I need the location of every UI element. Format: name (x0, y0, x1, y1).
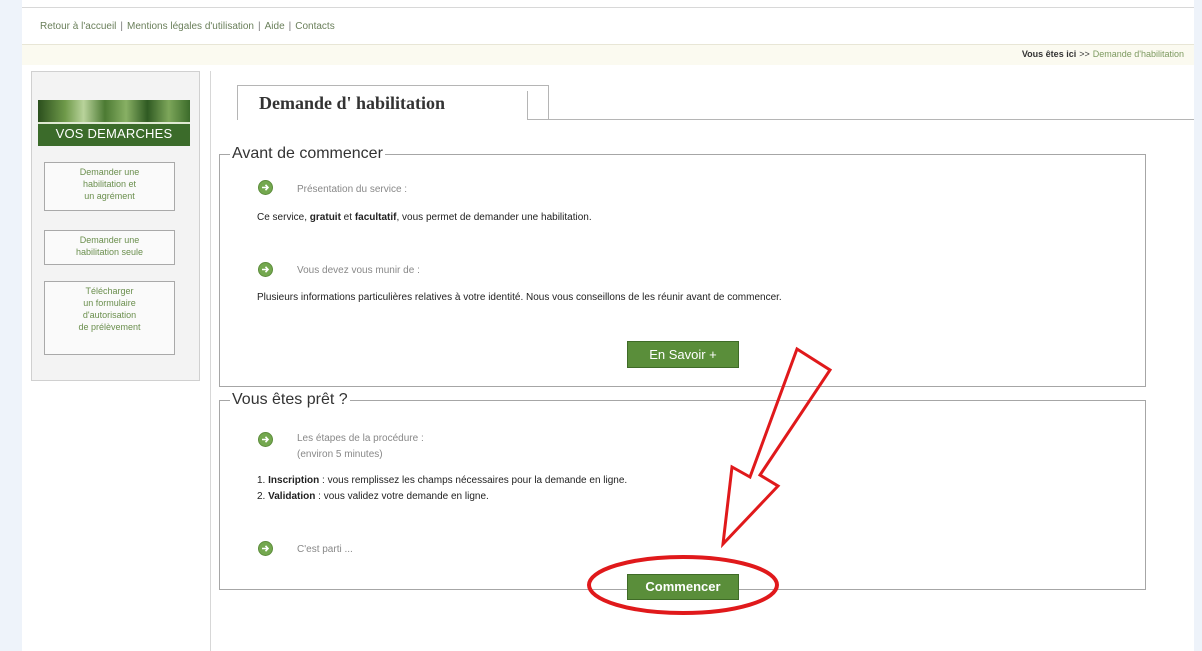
annotation-overlay (587, 346, 833, 615)
annotation-circle-icon (587, 555, 779, 615)
annotation-arrow-icon (720, 346, 833, 549)
